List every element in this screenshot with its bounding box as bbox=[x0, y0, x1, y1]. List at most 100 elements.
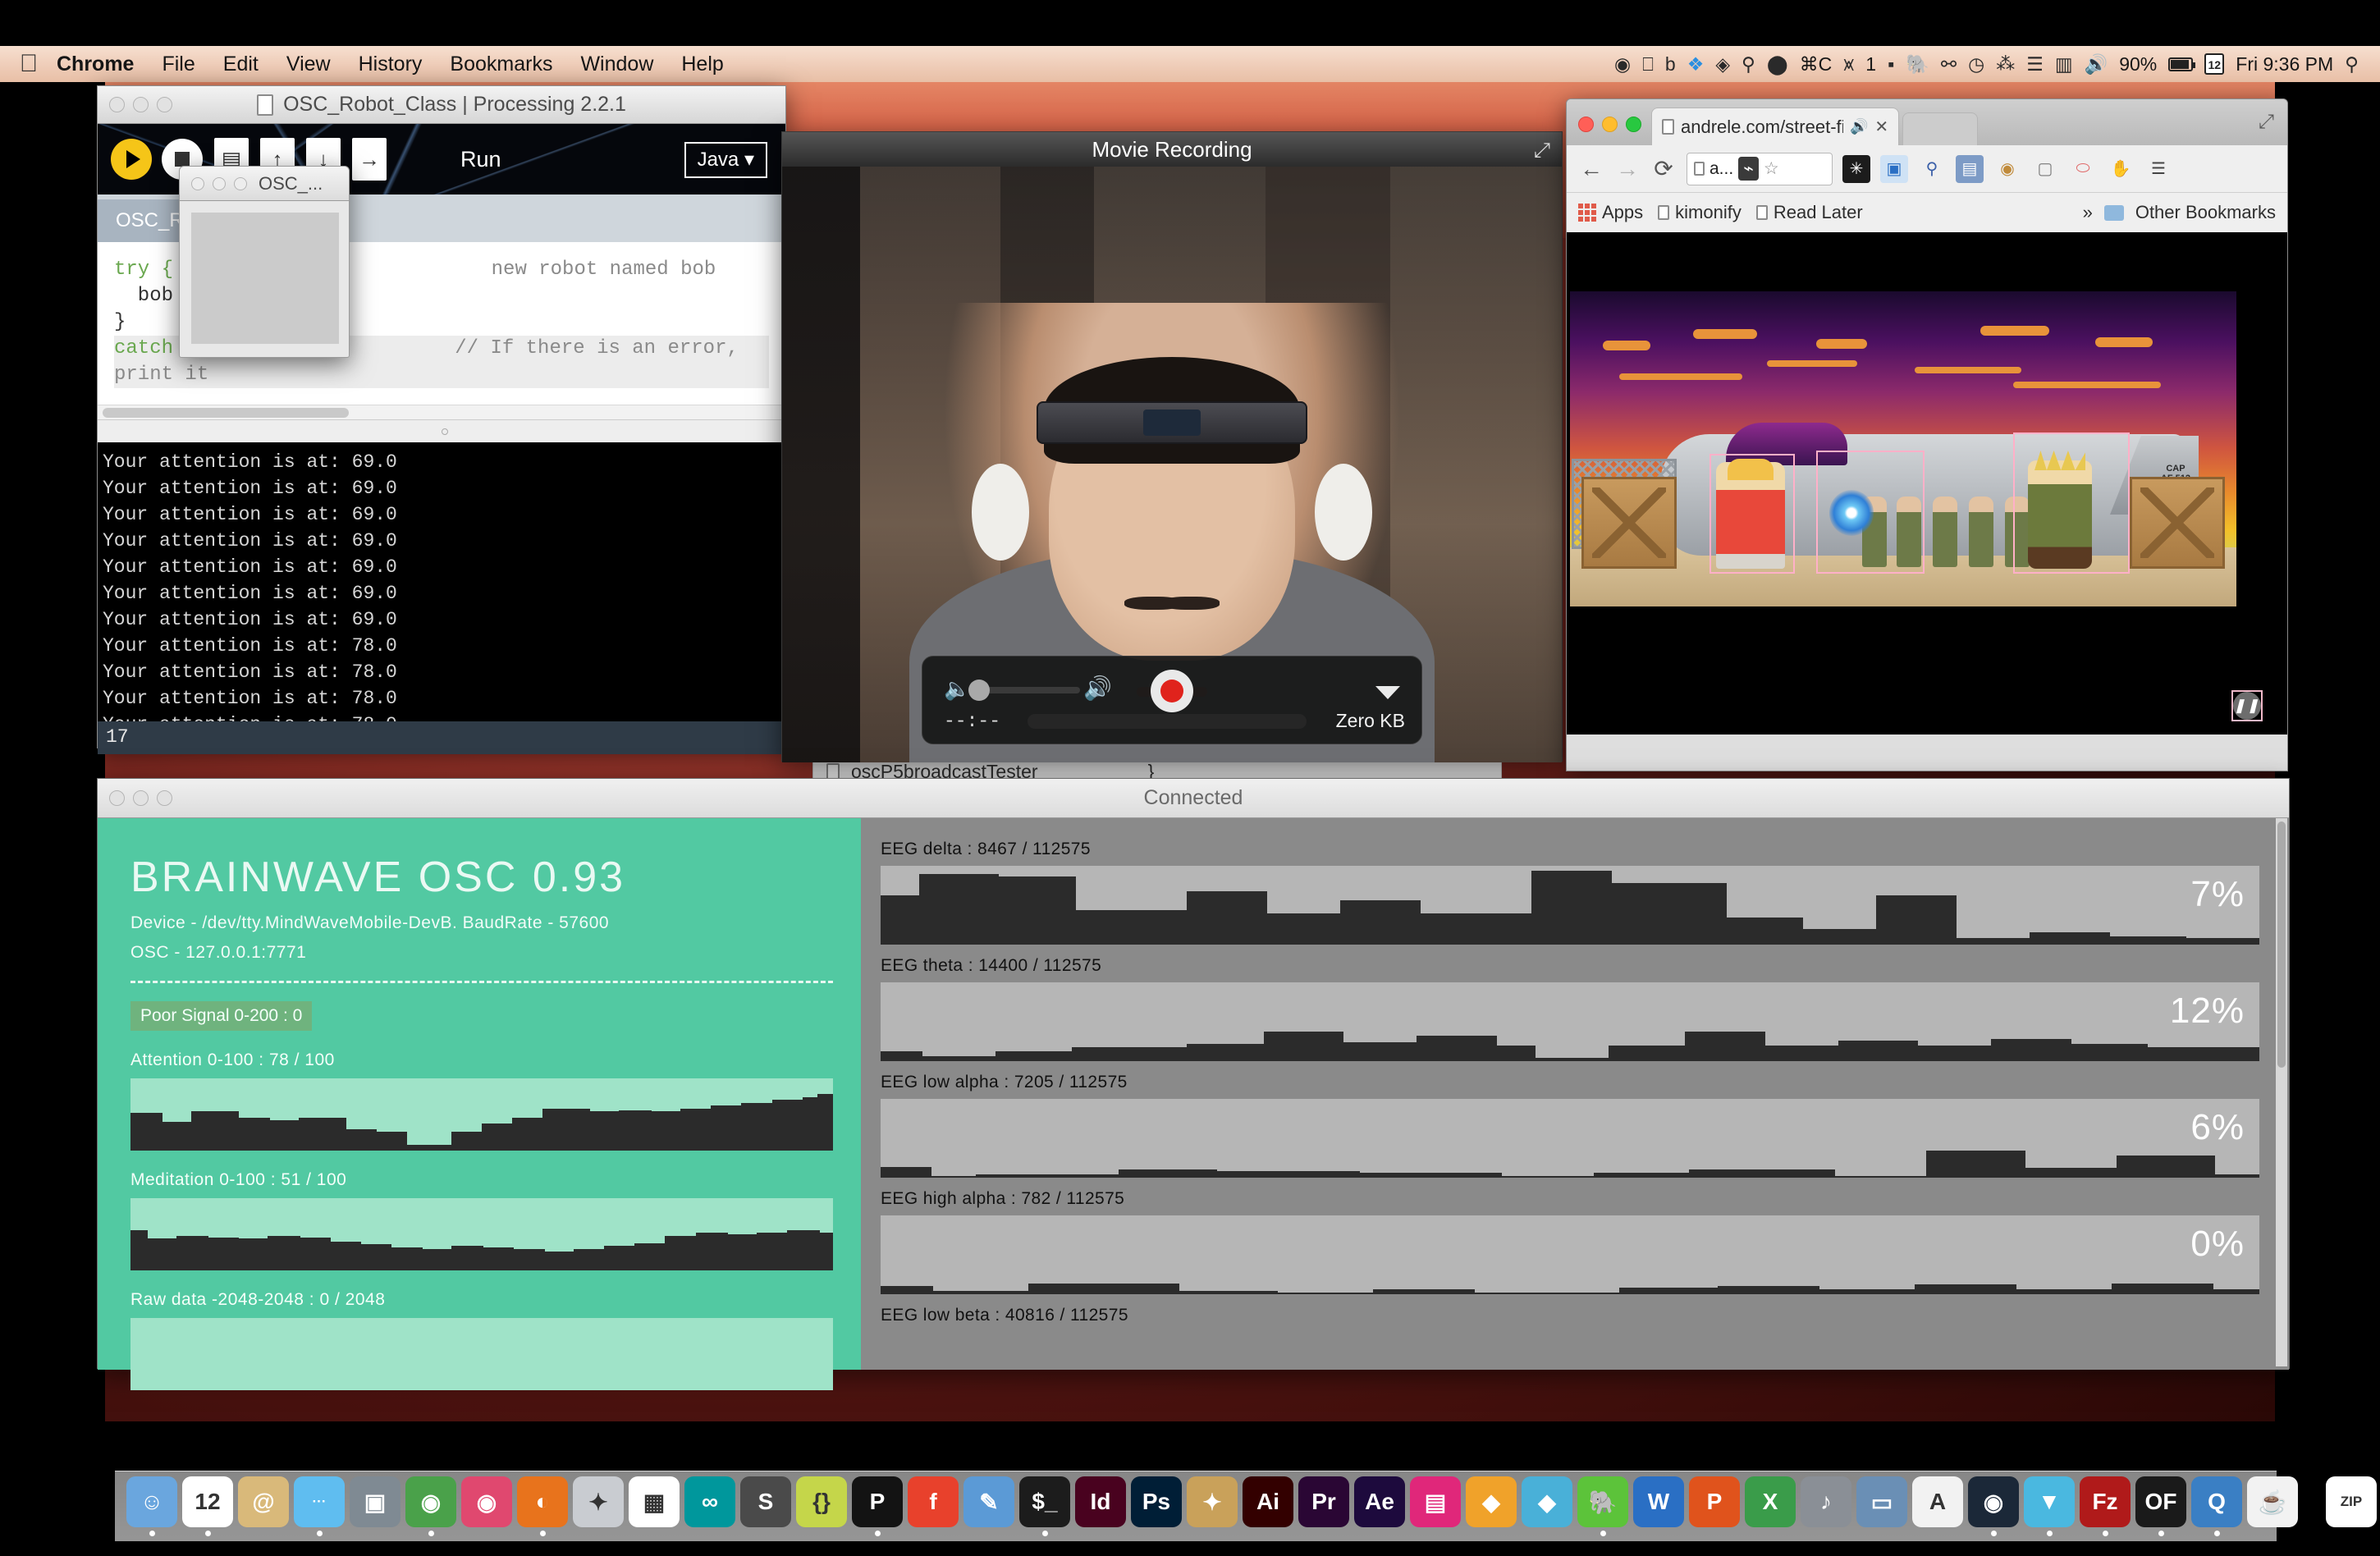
processing-icon[interactable]: P bbox=[852, 1476, 903, 1527]
chrome-icon[interactable]: ◉ bbox=[405, 1476, 456, 1527]
menu-item-help[interactable]: Help bbox=[667, 53, 737, 76]
dock-item-sketch-blue[interactable]: ◆ bbox=[1522, 1476, 1572, 1536]
clock-history-icon[interactable]: ◷ bbox=[1968, 54, 1984, 74]
sketch-window-controls[interactable] bbox=[191, 176, 247, 190]
brackets-icon[interactable]: {} bbox=[796, 1476, 847, 1527]
dock-item-pixelmator[interactable]: ▤ bbox=[1410, 1476, 1461, 1536]
zoom-button[interactable] bbox=[157, 790, 172, 806]
calendar-icon[interactable]: 12 bbox=[2204, 53, 2225, 75]
close-button[interactable] bbox=[1578, 117, 1594, 132]
minimize-button[interactable] bbox=[213, 176, 226, 190]
dock-item-evernote[interactable]: 🐘 bbox=[1577, 1476, 1628, 1536]
dock-item-terminal[interactable]: $_ bbox=[1019, 1476, 1070, 1536]
bookmarks-overflow-icon[interactable]: » bbox=[2083, 202, 2093, 223]
cookie-icon[interactable]: ◉ bbox=[1993, 155, 2021, 183]
menu-item-history[interactable]: History bbox=[345, 53, 437, 76]
photoshop-icon[interactable]: Ps bbox=[1131, 1476, 1182, 1527]
fullscreen-icon[interactable]: ⤢ bbox=[1534, 139, 1550, 162]
minimize-button[interactable] bbox=[1602, 117, 1618, 132]
chrome-toolbar[interactable]: ← → ⟳ a... ⌁ ☆ ✳ ▣ ⚲ ▤ ◉ ▢ ⬭ ✋ ☰ bbox=[1567, 145, 2287, 193]
word-icon[interactable]: W bbox=[1633, 1476, 1684, 1527]
fritzing-icon[interactable]: f bbox=[908, 1476, 959, 1527]
sketch-canvas[interactable] bbox=[191, 213, 339, 344]
pocket-icon[interactable]: ▤ bbox=[1956, 154, 1984, 183]
terminal-icon[interactable]: $_ bbox=[1019, 1476, 1070, 1527]
illustrator-icon[interactable]: Ai bbox=[1243, 1476, 1293, 1527]
close-button[interactable] bbox=[191, 176, 204, 190]
omnifocus-icon[interactable]: OF bbox=[2135, 1476, 2186, 1527]
record-icon[interactable]: ◉ bbox=[1614, 54, 1631, 74]
brainwave-osc-window[interactable]: Connected BRAINWAVE OSC 0.93 Device - /d… bbox=[97, 778, 2290, 1390]
java-icon[interactable]: ☕ bbox=[2247, 1476, 2298, 1527]
editor-horizontal-scrollbar[interactable] bbox=[98, 405, 785, 419]
zip-archive-icon[interactable]: ZIP bbox=[2326, 1476, 2377, 1527]
eyedropper-icon[interactable]: ⚲ bbox=[1918, 155, 1946, 183]
window-controls[interactable] bbox=[109, 97, 172, 112]
hamburger-menu-icon[interactable]: ☰ bbox=[2144, 155, 2172, 183]
chrome-active-tab[interactable]: andrele.com/street-figh 🔊 ✕ bbox=[1651, 108, 1900, 145]
menu-item-bookmarks[interactable]: Bookmarks bbox=[436, 53, 566, 76]
volume-icon[interactable]: 🔊 bbox=[2085, 54, 2108, 74]
dock-item-fritzing[interactable]: f bbox=[908, 1476, 959, 1536]
dock-item-sublime-text[interactable]: S bbox=[740, 1476, 791, 1536]
dock-item-launchpad[interactable]: ▦ bbox=[629, 1476, 680, 1536]
asterisk-icon[interactable]: ✳ bbox=[1842, 154, 1870, 183]
mac-menu-bar[interactable]:  ChromeFileEditViewHistoryBookmarksWind… bbox=[0, 46, 2380, 82]
pin-icon[interactable]: ⬭ bbox=[2069, 155, 2097, 183]
dropbox-icon[interactable]: ❖ bbox=[1687, 54, 1705, 74]
finder-icon[interactable]: ☺ bbox=[126, 1476, 177, 1527]
apple-logo-icon[interactable]:  bbox=[15, 52, 43, 76]
dock-item-itunes[interactable]: ♪ bbox=[1801, 1476, 1851, 1536]
brainwave-titlebar[interactable]: Connected bbox=[98, 779, 2289, 818]
close-button[interactable] bbox=[109, 97, 125, 112]
chrome-tab-bar[interactable]: andrele.com/street-figh 🔊 ✕ ⤢ bbox=[1567, 99, 2287, 145]
fullscreen-icon[interactable]: ⤢ bbox=[2259, 111, 2274, 134]
pause-button[interactable]: ❚❚ bbox=[2231, 690, 2263, 721]
dock-item-finder[interactable]: ☺ bbox=[126, 1476, 177, 1536]
zoom-button[interactable] bbox=[1626, 117, 1641, 132]
excel-icon[interactable]: X bbox=[1745, 1476, 1796, 1527]
dock-item-brackets[interactable]: {} bbox=[796, 1476, 847, 1536]
dock-item-messages[interactable]: ··· bbox=[294, 1476, 345, 1536]
dock-item-muse[interactable]: ✦ bbox=[1187, 1476, 1238, 1536]
dock-item-contacts[interactable]: @ bbox=[238, 1476, 289, 1536]
close-button[interactable] bbox=[109, 790, 125, 806]
volume-slider[interactable] bbox=[977, 687, 1080, 693]
quicktime-icon[interactable]: Q bbox=[2191, 1476, 2242, 1527]
movie-controls-bar[interactable]: 🔈 🔊 --:-- Zero KB bbox=[922, 656, 1422, 744]
dock-item-firefox[interactable]: ◐ bbox=[517, 1476, 568, 1536]
indesign-icon[interactable]: Id bbox=[1075, 1476, 1126, 1527]
street-fighter-stage[interactable]: CAP AF 512 WARNING bbox=[1570, 291, 2236, 606]
steam-icon[interactable]: ◉ bbox=[1968, 1476, 2019, 1527]
pixelmator-icon[interactable]: ▤ bbox=[1410, 1476, 1461, 1527]
equalizer-icon[interactable]: ⩙ bbox=[1843, 54, 1854, 74]
dock-item-word[interactable]: W bbox=[1633, 1476, 1684, 1536]
sketch-preview-window[interactable]: OSC_... bbox=[179, 166, 350, 358]
forward-button[interactable]: → bbox=[1614, 156, 1641, 182]
acrobat-icon[interactable]: A bbox=[1912, 1476, 1963, 1527]
droplet-icon[interactable]: ⬤ bbox=[1767, 54, 1788, 74]
mac-dock[interactable]: ☺ 12 @ ··· ▣ ◉ ◉ ◐ ✦ ▦ ∞ S{} Pf ✎ $_ Id Ps ✦ Ai Pr Ae ▤ ◆ ◆ 🐘 W P X… bbox=[115, 1471, 2377, 1541]
tab-close-icon[interactable]: ✕ bbox=[1874, 117, 1888, 137]
options-caret-icon[interactable] bbox=[1375, 686, 1400, 699]
dock-item-calendar[interactable]: 12 bbox=[182, 1476, 233, 1536]
reader-mode-icon[interactable]: ⌁ bbox=[1738, 157, 1759, 181]
dock-item-sketch-orange[interactable]: ◆ bbox=[1466, 1476, 1517, 1536]
dock-item-illustrator[interactable]: Ai bbox=[1243, 1476, 1293, 1536]
dock-item-indesign[interactable]: Id bbox=[1075, 1476, 1126, 1536]
calendar-icon[interactable]: 12 bbox=[182, 1476, 233, 1527]
dock-item-omnifocus[interactable]: OF bbox=[2135, 1476, 2186, 1536]
dock-item-photoshop[interactable]: Ps bbox=[1131, 1476, 1182, 1536]
plug-icon[interactable]: ⚯ bbox=[1941, 54, 1957, 74]
muse-icon[interactable]: ✦ bbox=[1187, 1476, 1238, 1527]
cast-icon[interactable]: ▢ bbox=[2031, 155, 2059, 183]
volume-slider-knob[interactable] bbox=[968, 680, 990, 701]
dock-item-powerpoint[interactable]: P bbox=[1689, 1476, 1740, 1536]
contacts-icon[interactable]: @ bbox=[238, 1476, 289, 1527]
dock-item-acrobat[interactable]: A bbox=[1912, 1476, 1963, 1536]
other-bookmarks-label[interactable]: Other Bookmarks bbox=[2135, 202, 2276, 223]
display-icon[interactable]: ▪ bbox=[1888, 54, 1894, 74]
dock-item-transmit[interactable]: ▼ bbox=[2024, 1476, 2075, 1536]
tab-audio-icon[interactable]: 🔊 bbox=[1850, 118, 1868, 135]
chrome-window-controls[interactable] bbox=[1567, 117, 1651, 145]
